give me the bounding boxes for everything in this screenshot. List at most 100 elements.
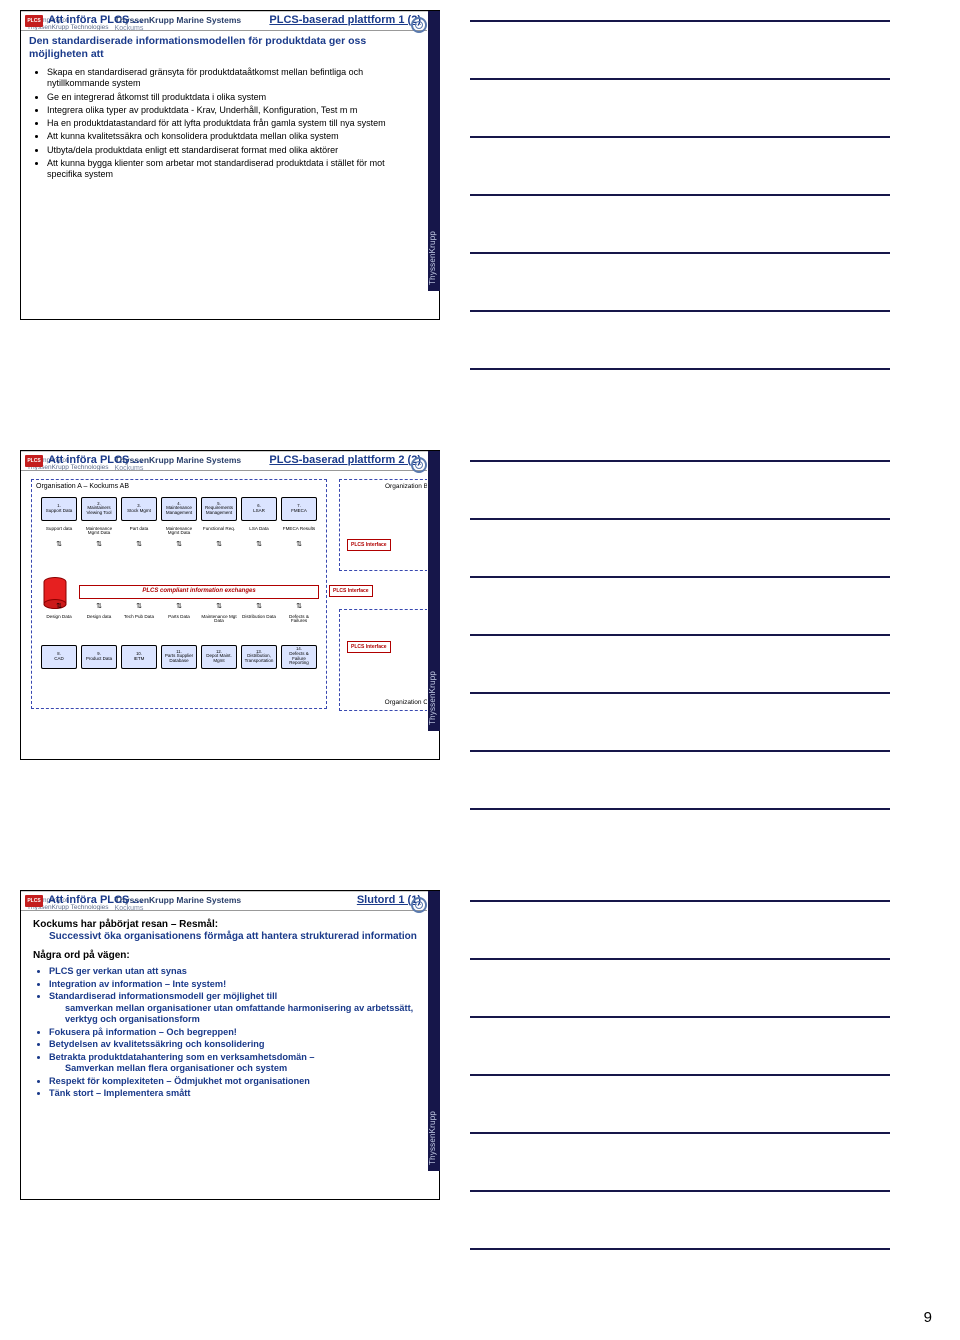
notes-col-3 [470, 890, 890, 1290]
app-box: 14.Defects & Failure Reporting [281, 645, 317, 669]
data-label: Maintenance Mgmt Data [81, 527, 117, 536]
tk-logo-icon [411, 897, 427, 913]
arrow-icon: ⇅ [281, 603, 317, 612]
data-label: Design Data [41, 615, 77, 624]
slide-3: PLCS Att införa PLCS … Slutord 1 (1) Koc… [20, 890, 440, 1200]
data-label: Functional Req. [201, 527, 237, 536]
app-box: 8.CAD [41, 645, 77, 669]
note-rule [470, 1132, 890, 1134]
org-c-label: Organization C [385, 699, 427, 707]
slide-header: PLCS Att införa PLCS … Slutord 1 (1) [21, 891, 427, 911]
plcs-bus: PLCS compliant information exchanges [79, 585, 319, 599]
slide-title-left: Att införa PLCS … [48, 894, 357, 908]
bullet: Integration av information – Inte system… [49, 979, 421, 991]
bullet: PLCS ger verkan utan att synas [49, 966, 421, 978]
app-box: 9.Product Data [81, 645, 117, 669]
bullet: Att kunna kvalitetssäkra och konsolidera… [47, 131, 421, 142]
side-brand-text: ThyssenKrupp [428, 671, 438, 725]
bullet: Att kunna bygga klienter som arbetar mot… [47, 158, 421, 181]
notes-col-2 [470, 450, 890, 850]
note-rule [470, 20, 890, 22]
bullet: Ha en produktdatastandard för att lyfta … [47, 118, 421, 129]
app-box: 2.Maintainers Viewing Tool [81, 497, 117, 521]
bullet: Integrera olika typer av produktdata - K… [47, 105, 421, 116]
note-rule [470, 958, 890, 960]
note-rule [470, 692, 890, 694]
data-label: Distribution Data [241, 615, 277, 624]
sub-bullet: samverkan mellan organisationer utan omf… [65, 1003, 421, 1026]
data-label: LSA Data [241, 527, 277, 536]
arrow-icon: ⇅ [241, 541, 277, 550]
arrow-icon: ⇅ [201, 603, 237, 612]
bullet: Respekt för komplexiteten – Ödmjukhet mo… [49, 1076, 421, 1088]
arrow-icon: ⇅ [241, 603, 277, 612]
note-rule [470, 750, 890, 752]
app-box: 12.Depot Maint. Mgmt [201, 645, 237, 669]
section-head: Några ord på vägen: [33, 950, 421, 963]
note-rule [470, 1190, 890, 1192]
note-rule [470, 900, 890, 902]
goal-text: Successivt öka organisationens förmåga a… [49, 931, 421, 944]
arrow-icon: ⇅ [201, 541, 237, 550]
note-rule [470, 136, 890, 138]
data-label: FMECA Results [281, 527, 317, 536]
bullet: Utbyta/dela produktdata enligt ett stand… [47, 145, 421, 156]
org-b-box: Organization B [339, 479, 427, 571]
side-brand-bar: ThyssenKrupp [428, 11, 440, 291]
org-c-box: Organization C [339, 609, 427, 711]
note-rule [470, 252, 890, 254]
plcs-interface: PLCS Interface [347, 641, 391, 653]
data-label: Design data [81, 615, 117, 624]
side-brand-bar: ThyssenKrupp [428, 451, 440, 731]
slide-title-left: Att införa PLCS … [48, 454, 269, 468]
row-1: PLCS Att införa PLCS … PLCS-baserad plat… [20, 10, 930, 410]
arrow-icon: ⇅ [41, 603, 77, 612]
bullet: Fokusera på information – Och begreppen! [49, 1027, 421, 1039]
plcs-interface: PLCS Interface [347, 539, 391, 551]
bullet: Skapa en standardiserad gränsyta för pro… [47, 67, 421, 90]
note-rule [470, 460, 890, 462]
note-rule [470, 808, 890, 810]
bullet-list: Skapa en standardiserad gränsyta för pro… [47, 67, 421, 180]
lead-text: Kockums har påbörjat resan – Resmål: [33, 919, 421, 932]
bullet: Betydelsen av kvalitetssäkring och konso… [49, 1039, 421, 1051]
plcs-diagram: Organisation A – Kockums AB Organization… [29, 475, 421, 715]
sub-bullet: Samverkan mellan flera organisationer oc… [65, 1063, 421, 1075]
bullet: Ge en integrerad åtkomst till produktdat… [47, 92, 421, 103]
arrow-icon: ⇅ [121, 603, 157, 612]
note-rule [470, 194, 890, 196]
slide-subhead: Den standardiserade informationsmodellen… [29, 35, 421, 61]
slide-title-right: PLCS-baserad plattform 1 (2) [269, 14, 421, 28]
slide-title-right: PLCS-baserad plattform 2 (2) [269, 454, 421, 468]
note-rule [470, 1016, 890, 1018]
app-box: 10.IETM [121, 645, 157, 669]
plcs-interface: PLCS Interface [329, 585, 373, 597]
notes-col-1 [470, 10, 890, 410]
app-box: 11.Parts Supplier Database [161, 645, 197, 669]
page-number: 9 [924, 1309, 932, 1326]
slide-2: PLCS Att införa PLCS … PLCS-baserad plat… [20, 450, 440, 760]
arrow-icon: ⇅ [81, 603, 117, 612]
bullet-list: PLCS ger verkan utan att synas Integrati… [49, 966, 421, 1100]
arrow-icon: ⇅ [41, 541, 77, 550]
app-box: 5.Requirements Management [201, 497, 237, 521]
note-rule [470, 1248, 890, 1250]
app-box: 13.Distribution, Transportation [241, 645, 277, 669]
note-rule [470, 634, 890, 636]
app-box: 6.LSAR [241, 497, 277, 521]
note-rule [470, 78, 890, 80]
tk-logo-icon [411, 457, 427, 473]
data-label: Parts Data [161, 615, 197, 624]
slide-title-left: Att införa PLCS … [48, 14, 269, 28]
org-b-label: Organization B [385, 483, 427, 491]
data-label: Maintenance Mgmt Data [161, 527, 197, 536]
data-label: Part data [121, 527, 157, 536]
slide-header: PLCS Att införa PLCS … PLCS-baserad plat… [21, 451, 427, 471]
arrow-icon: ⇅ [281, 541, 317, 550]
plcs-badge-icon: PLCS [25, 15, 43, 27]
arrow-icon: ⇅ [81, 541, 117, 550]
note-rule [470, 1074, 890, 1076]
tk-logo-icon [411, 17, 427, 33]
row-2: PLCS Att införa PLCS … PLCS-baserad plat… [20, 450, 930, 850]
app-box: 7.FMECA [281, 497, 317, 521]
